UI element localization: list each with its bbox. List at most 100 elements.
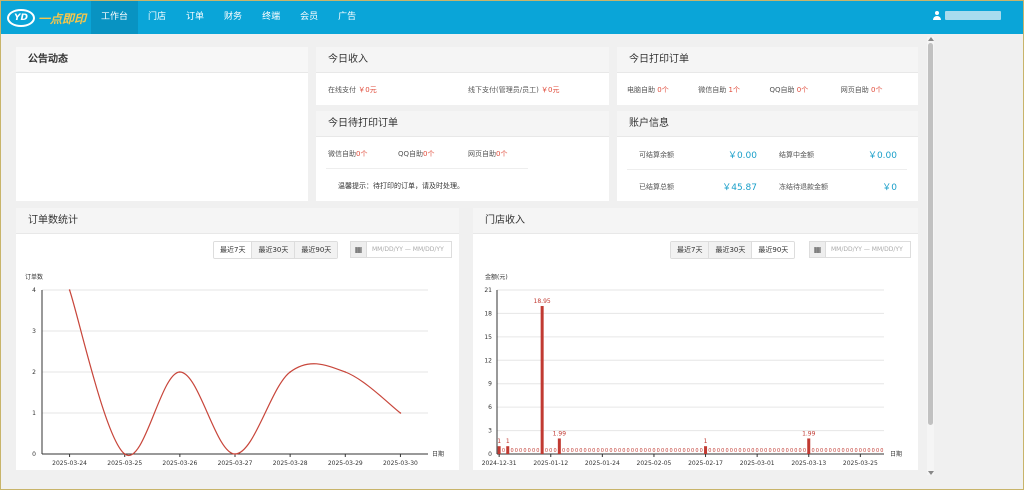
zero-value-label: 0 [756,448,759,454]
y-tick-label: 18 [484,310,492,317]
zero-value-label: 0 [575,448,578,454]
scroll-up-arrow-icon[interactable] [928,37,934,41]
pending-orders-panel: 今日待打印订单 微信自助0个 QQ自助0个 网页自助0个 温馨提示：待打印的订单，请… [316,111,609,201]
range-button[interactable]: 最近90天 [295,242,338,258]
range-button[interactable]: 最近30天 [709,242,753,258]
y-tick-label: 3 [488,428,492,435]
bar-value-label: 1 [497,438,501,445]
zero-value-label: 0 [777,448,780,454]
zero-value-label: 0 [571,448,574,454]
zero-value-label: 0 [695,448,698,454]
range-button[interactable]: 最近90天 [752,242,795,258]
scroll-down-arrow-icon[interactable] [928,471,934,475]
bar-value-label: 1.99 [802,430,816,437]
pending-order-value: 0个 [356,150,368,158]
nav-item[interactable]: 终端 [252,1,290,34]
top-nav-bar: YD 一点即印 工作台 门店 订单 财务 终端 会员 广告 [1,1,1023,34]
today-print-orders-title: 今日打印订单 [617,47,918,73]
x-axis-label: 日期 [432,450,444,458]
income-bar [557,438,561,454]
zero-value-label: 0 [867,448,870,454]
zero-value-label: 0 [846,448,849,454]
print-order-item: 微信自助 1个 [698,85,769,95]
account-panel: 账户信息 可结算余额 ￥0.00 结算中金额 ￥0.00 已结算总额 ￥45.8… [617,111,918,201]
user-menu[interactable] [933,11,1001,20]
zero-value-label: 0 [880,448,883,454]
scroll-thumb[interactable] [928,43,933,425]
zero-value-label: 0 [743,448,746,454]
today-income-panel: 今日收入 在线支付 ￥0元 线下支付(管理员/员工) ￥0元 [316,47,609,105]
print-order-value: 0个 [657,86,669,94]
orders-date-range[interactable]: ▦ MM/DD/YY — MM/DD/YY [350,241,452,258]
orders-series-line [69,289,401,457]
x-tick-label: 2025-02-17 [688,460,723,467]
data-point [344,371,347,373]
nav-item[interactable]: 会员 [290,1,328,34]
range-button[interactable]: 最近30天 [252,242,296,258]
zero-value-label: 0 [829,448,832,454]
main-nav: 工作台 门店 订单 财务 终端 会员 广告 [91,1,366,34]
income-date-input[interactable]: MM/DD/YY — MM/DD/YY [826,246,903,253]
x-tick-label: 2025-02-05 [637,460,672,467]
x-tick-label: 2025-03-13 [791,460,826,467]
zero-value-label: 0 [635,448,638,454]
print-order-label: 微信自助 [698,86,727,94]
settling-label: 结算中金额 [779,151,814,159]
data-point [123,453,126,455]
range-button[interactable]: 最近7天 [214,242,253,258]
zero-value-label: 0 [523,448,526,454]
y-tick-label: 0 [32,451,36,458]
nav-item[interactable]: 工作台 [91,1,139,34]
today-print-orders-panel: 今日打印订单 电脑自助 0个 微信自助 1个 QQ自助 0个 网页自助 0个 [617,47,918,105]
calendar-icon[interactable]: ▦ [351,242,367,257]
data-point [179,371,181,373]
print-order-value: 0个 [870,86,883,94]
income-date-range[interactable]: ▦ MM/DD/YY — MM/DD/YY [809,241,911,258]
zero-value-label: 0 [872,448,875,454]
nav-item[interactable]: 订单 [176,1,214,34]
x-tick-label: 2025-03-30 [383,460,418,467]
nav-item[interactable]: 广告 [328,1,366,34]
zero-value-label: 0 [876,448,879,454]
settling-value: ￥0.00 [867,151,897,161]
calendar-icon[interactable]: ▦ [810,242,826,257]
zero-value-label: 0 [670,448,673,454]
income-bar [540,306,544,454]
zero-value-label: 0 [502,448,505,454]
print-order-label: QQ自助 [769,86,795,94]
nav-item[interactable]: 门店 [138,1,176,34]
user-name-redacted [945,11,1001,20]
zero-value-label: 0 [717,448,720,454]
online-pay-value: ￥0元 [358,86,377,94]
orders-date-input[interactable]: MM/DD/YY — MM/DD/YY [367,246,444,253]
nav-item[interactable]: 财务 [214,1,252,34]
pending-order-label: QQ自助 [398,150,424,158]
vertical-scrollbar[interactable] [927,37,934,475]
zero-value-label: 0 [528,448,531,454]
frozen-value: ￥0 [882,183,897,193]
y-tick-label: 0 [488,451,492,458]
zero-value-label: 0 [588,448,591,454]
zero-value-label: 0 [605,448,608,454]
brand-logo[interactable]: YD 一点即印 [7,8,86,28]
zero-value-label: 0 [674,448,677,454]
zero-value-label: 0 [816,448,819,454]
bar-value-label: 1.99 [553,430,567,437]
zero-value-label: 0 [545,448,548,454]
zero-value-label: 0 [799,448,802,454]
income-chart-title: 门店收入 [473,208,918,234]
zero-value-label: 0 [631,448,634,454]
settled-label: 已结算总额 [639,183,674,191]
zero-value-label: 0 [562,448,565,454]
zero-value-label: 0 [639,448,642,454]
x-tick-label: 2025-03-28 [273,460,308,467]
bar-value-label: 18.95 [534,298,551,305]
print-order-items: 电脑自助 0个 微信自助 1个 QQ自助 0个 网页自助 0个 [627,85,912,95]
x-tick-label: 2025-03-01 [740,460,775,467]
zero-value-label: 0 [734,448,737,454]
pending-order-label: 网页自助 [468,150,496,158]
zero-value-label: 0 [549,448,552,454]
zero-value-label: 0 [614,448,617,454]
range-button[interactable]: 最近7天 [671,242,710,258]
zero-value-label: 0 [665,448,668,454]
